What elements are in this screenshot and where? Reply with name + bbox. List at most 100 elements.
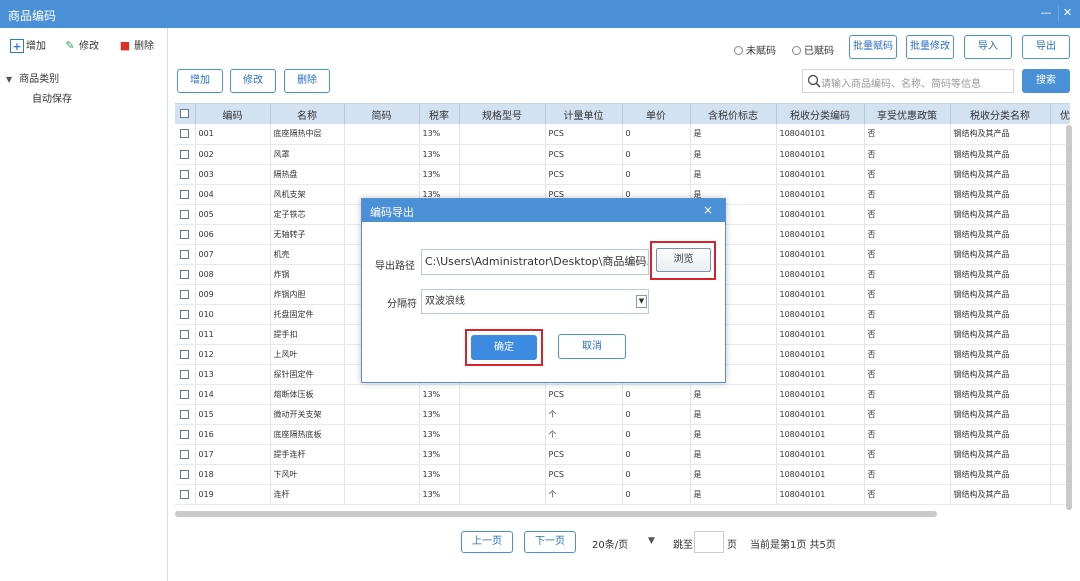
table-row[interactable]: 019 连杆 13% 个 0 是 108040101 否钢结构及其产品 bbox=[175, 484, 1070, 505]
table-cell: 0 bbox=[622, 424, 691, 445]
row-checkbox[interactable] bbox=[175, 464, 196, 485]
page-size-select[interactable]: 20条/页 bbox=[592, 536, 628, 551]
search-button[interactable]: 搜索 bbox=[1022, 69, 1070, 93]
minimize-icon[interactable]: — bbox=[1037, 5, 1055, 21]
table-cell: PCS bbox=[545, 164, 623, 185]
edit-category-button[interactable]: ✎ 修改 bbox=[63, 37, 99, 53]
delete-item-button[interactable]: 删除 bbox=[284, 69, 330, 93]
table-cell: 钢结构及其产品 bbox=[950, 464, 1051, 485]
table-row[interactable]: 001 底座隔热中层 13% PCS 0 是 108040101 否钢结构及其产品 bbox=[175, 124, 1070, 145]
import-button[interactable]: 导入 bbox=[964, 35, 1012, 59]
row-checkbox[interactable] bbox=[175, 184, 196, 205]
column-header[interactable]: 优 bbox=[1050, 104, 1070, 124]
table-cell: 钢结构及其产品 bbox=[950, 304, 1051, 325]
column-header[interactable]: 编码 bbox=[195, 104, 271, 124]
filter-unassigned-radio[interactable]: 未赋码 bbox=[734, 42, 776, 57]
row-checkbox[interactable] bbox=[175, 164, 196, 185]
select-all-checkbox[interactable] bbox=[175, 104, 196, 124]
plus-icon: + bbox=[10, 39, 24, 53]
tree-node-auto-save[interactable]: 自动保存 bbox=[32, 90, 72, 105]
table-cell: 0 bbox=[622, 464, 691, 485]
row-checkbox[interactable] bbox=[175, 144, 196, 165]
search-input[interactable]: 请输入商品编码、名称、简码等信息 bbox=[802, 69, 1014, 93]
add-category-button[interactable]: + 增加 bbox=[10, 37, 46, 53]
table-cell bbox=[344, 124, 420, 145]
row-checkbox[interactable] bbox=[175, 284, 196, 305]
vertical-scrollbar[interactable] bbox=[1066, 125, 1072, 510]
column-header[interactable]: 计量单位 bbox=[545, 104, 623, 124]
column-header[interactable]: 名称 bbox=[270, 104, 345, 124]
page-unit-label: 页 bbox=[727, 540, 737, 551]
batch-code-button[interactable]: 批量赋码 bbox=[849, 35, 897, 59]
row-checkbox[interactable] bbox=[175, 444, 196, 465]
horizontal-scrollbar[interactable] bbox=[175, 511, 937, 517]
table-cell: 108040101 bbox=[776, 204, 865, 225]
caret-down-icon[interactable]: ▼ bbox=[6, 75, 16, 84]
table-cell: 否 bbox=[864, 244, 951, 265]
table-cell: 钢结构及其产品 bbox=[950, 284, 1051, 305]
column-header[interactable]: 单价 bbox=[622, 104, 691, 124]
row-checkbox[interactable] bbox=[175, 204, 196, 225]
table-cell: 钢结构及其产品 bbox=[950, 324, 1051, 345]
table-cell: 是 bbox=[690, 384, 777, 405]
batch-edit-button[interactable]: 批量修改 bbox=[906, 35, 954, 59]
next-page-button[interactable]: 下一页 bbox=[524, 531, 576, 553]
row-checkbox[interactable] bbox=[175, 124, 196, 145]
row-checkbox[interactable] bbox=[175, 384, 196, 405]
jump-page-input[interactable] bbox=[694, 531, 724, 553]
tree-node-root[interactable]: ▼ 商品类别 bbox=[6, 70, 59, 85]
prev-page-button[interactable]: 上一页 bbox=[461, 531, 513, 553]
export-button[interactable]: 导出 bbox=[1022, 35, 1070, 59]
table-row[interactable]: 014 熔断体压板 13% PCS 0 是 108040101 否钢结构及其产品 bbox=[175, 384, 1070, 405]
row-checkbox[interactable] bbox=[175, 484, 196, 505]
column-header[interactable]: 享受优惠政策 bbox=[864, 104, 951, 124]
checkbox-icon bbox=[180, 209, 190, 219]
cancel-button[interactable]: 取消 bbox=[558, 334, 626, 359]
chevron-down-icon[interactable]: ▼ bbox=[648, 536, 655, 546]
table-cell: 钢结构及其产品 bbox=[950, 364, 1051, 385]
table-row[interactable]: 015 微动开关支架 13% 个 0 是 108040101 否钢结构及其产品 bbox=[175, 404, 1070, 425]
table-row[interactable]: 016 底座隔热底板 13% 个 0 是 108040101 否钢结构及其产品 bbox=[175, 424, 1070, 445]
row-checkbox[interactable] bbox=[175, 324, 196, 345]
row-checkbox[interactable] bbox=[175, 304, 196, 325]
browse-button[interactable]: 浏览 bbox=[656, 248, 711, 272]
filter-assigned-radio[interactable]: 已赋码 bbox=[792, 42, 834, 57]
table-row[interactable]: 003 隔热盘 13% PCS 0 是 108040101 否钢结构及其产品 bbox=[175, 164, 1070, 185]
edit-item-button[interactable]: 修改 bbox=[230, 69, 276, 93]
table-cell: 006 bbox=[195, 224, 271, 245]
close-icon[interactable]: × bbox=[703, 203, 713, 217]
table-row[interactable]: 018 下风叶 13% PCS 0 是 108040101 否钢结构及其产品 bbox=[175, 464, 1070, 485]
table-cell: 钢结构及其产品 bbox=[950, 244, 1051, 265]
table-cell: 定子铁芯 bbox=[270, 204, 345, 225]
ok-button[interactable]: 确定 bbox=[471, 335, 537, 360]
row-checkbox[interactable] bbox=[175, 424, 196, 445]
column-header[interactable]: 税率 bbox=[419, 104, 460, 124]
row-checkbox[interactable] bbox=[175, 404, 196, 425]
delete-category-button[interactable]: ■ 删除 bbox=[118, 37, 154, 53]
row-checkbox[interactable] bbox=[175, 264, 196, 285]
row-checkbox[interactable] bbox=[175, 244, 196, 265]
row-checkbox[interactable] bbox=[175, 224, 196, 245]
column-header[interactable]: 规格型号 bbox=[459, 104, 546, 124]
column-header[interactable]: 税收分类编码 bbox=[776, 104, 865, 124]
add-item-button[interactable]: 增加 bbox=[177, 69, 223, 93]
table-cell: 013 bbox=[195, 364, 271, 385]
separator-select[interactable]: 双波浪线 ▼ bbox=[421, 289, 649, 314]
table-cell: 13% bbox=[419, 444, 460, 465]
column-header[interactable]: 税收分类名称 bbox=[950, 104, 1051, 124]
chevron-down-icon[interactable]: ▼ bbox=[636, 295, 647, 308]
radio-icon bbox=[792, 46, 801, 55]
table-cell: 108040101 bbox=[776, 144, 865, 165]
column-header[interactable]: 简码 bbox=[344, 104, 420, 124]
checkbox-icon bbox=[180, 469, 190, 479]
export-dialog: 编码导出 × 导出路径 C:\Users\Administrator\Deskt… bbox=[361, 198, 726, 383]
table-row[interactable]: 017 提手连杆 13% PCS 0 是 108040101 否钢结构及其产品 bbox=[175, 444, 1070, 465]
table-cell bbox=[344, 384, 420, 405]
column-header[interactable]: 含税价标志 bbox=[690, 104, 777, 124]
close-icon[interactable]: ✕ bbox=[1058, 5, 1076, 21]
table-row[interactable]: 002 风罩 13% PCS 0 是 108040101 否钢结构及其产品 bbox=[175, 144, 1070, 165]
export-path-field[interactable]: C:\Users\Administrator\Desktop\商品编码.txt bbox=[421, 249, 649, 275]
row-checkbox[interactable] bbox=[175, 364, 196, 385]
row-checkbox[interactable] bbox=[175, 344, 196, 365]
table-cell: 否 bbox=[864, 304, 951, 325]
